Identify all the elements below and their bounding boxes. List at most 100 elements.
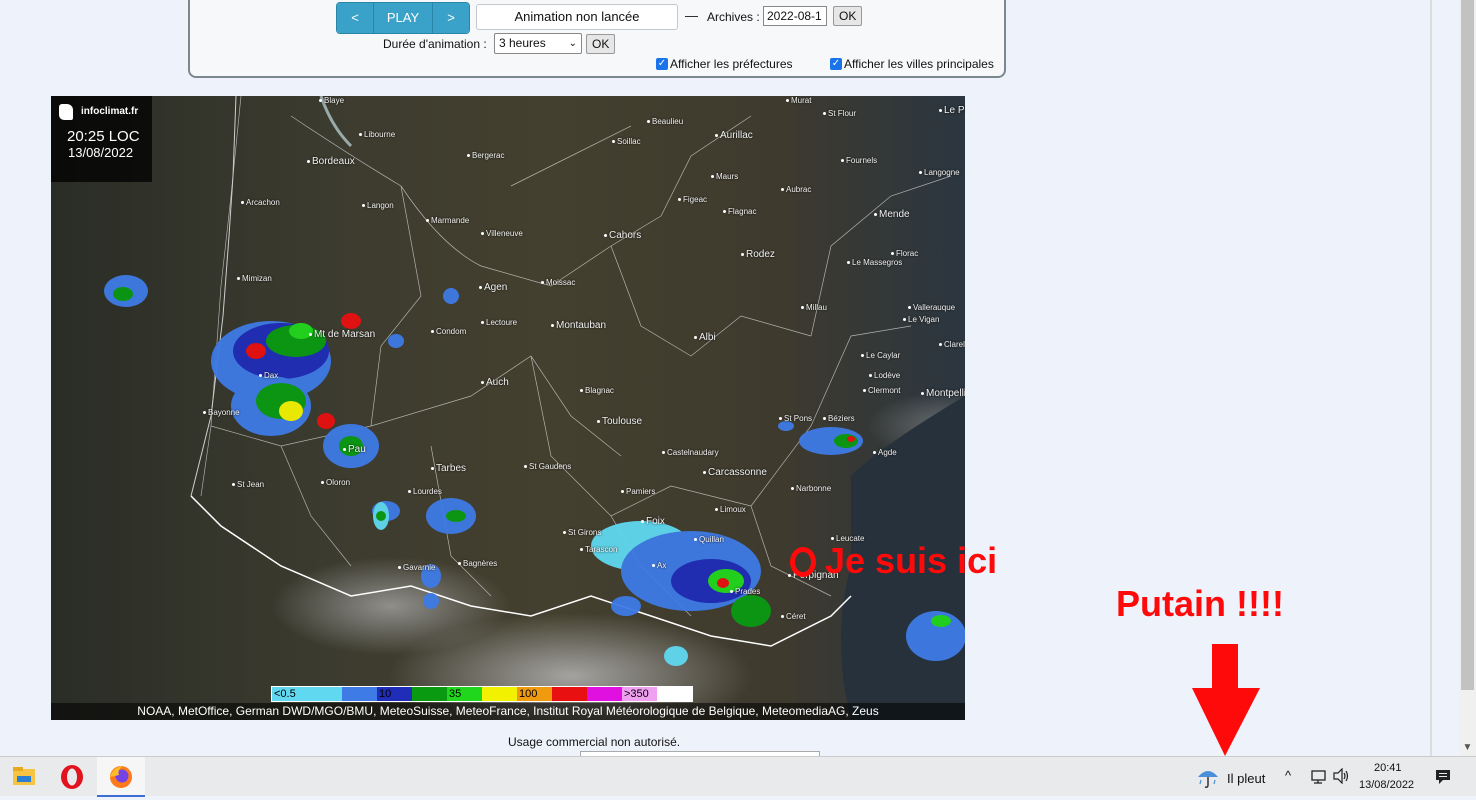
city-dot bbox=[309, 332, 312, 336]
city-name: Quillan bbox=[699, 535, 724, 544]
city-label: Bordeaux bbox=[307, 156, 355, 167]
city-dot bbox=[408, 490, 411, 494]
city-label: Le Massegros bbox=[847, 258, 902, 267]
city-dot bbox=[563, 531, 566, 535]
archives-label: Archives : bbox=[707, 10, 760, 24]
city-label: Le Vigan bbox=[903, 315, 939, 324]
city-label: Moissac bbox=[541, 278, 575, 287]
city-label: Clarel bbox=[939, 340, 965, 349]
city-name: Lectoure bbox=[486, 318, 518, 327]
archives-date-input[interactable]: 2022-08-1 bbox=[763, 6, 827, 26]
map-date: 13/08/2022 bbox=[68, 145, 134, 160]
next-frame-button[interactable]: > bbox=[433, 3, 469, 33]
city-dot bbox=[426, 219, 429, 223]
city-label: Pamiers bbox=[621, 487, 655, 496]
legend-swatch bbox=[657, 687, 692, 701]
city-label: Maurs bbox=[711, 172, 738, 181]
city-dot bbox=[431, 466, 434, 470]
scrollbar-thumb[interactable] bbox=[1461, 0, 1474, 690]
archives-ok-button[interactable]: OK bbox=[833, 6, 863, 26]
city-dot bbox=[715, 133, 718, 137]
show-prefectures-label: Afficher les préfectures bbox=[670, 57, 793, 71]
city-name: Mimizan bbox=[242, 274, 272, 283]
show-cities-option: ✓ Afficher les villes principales bbox=[830, 57, 994, 71]
clock-date[interactable]: 13/08/2022 bbox=[1359, 779, 1414, 791]
city-name: Aubrac bbox=[786, 185, 812, 194]
city-dot bbox=[662, 451, 665, 455]
city-name: Beaulieu bbox=[652, 117, 684, 126]
city-dot bbox=[786, 99, 789, 103]
clock-time[interactable]: 20:41 bbox=[1374, 762, 1402, 774]
city-name: Oloron bbox=[326, 478, 351, 487]
city-name: Céret bbox=[786, 612, 806, 621]
city-name: Blagnac bbox=[585, 386, 614, 395]
city-dot bbox=[541, 281, 544, 285]
city-label: Pau bbox=[343, 444, 366, 455]
city-name: Langon bbox=[367, 201, 394, 210]
city-dot bbox=[580, 389, 583, 393]
city-label: Narbonne bbox=[791, 484, 831, 493]
playback-buttons: < PLAY > bbox=[336, 2, 470, 34]
city-dot bbox=[612, 140, 615, 144]
city-label: Castelnaudary bbox=[662, 448, 719, 457]
city-dot bbox=[723, 210, 726, 214]
opera-icon[interactable] bbox=[48, 757, 96, 797]
city-dot bbox=[921, 391, 924, 395]
volume-icon[interactable] bbox=[1332, 768, 1350, 784]
city-name: Rodez bbox=[746, 249, 775, 260]
notifications-icon[interactable] bbox=[1434, 768, 1452, 786]
city-label: Bagnères bbox=[458, 559, 497, 568]
show-cities-checkbox[interactable]: ✓ bbox=[830, 58, 842, 70]
duration-label: Durée d'animation : bbox=[383, 37, 487, 51]
city-dot bbox=[939, 343, 942, 347]
city-label: Clermont bbox=[863, 386, 900, 395]
legend-swatch: >350 bbox=[622, 687, 657, 701]
city-dot bbox=[319, 99, 322, 103]
city-label: Bergerac bbox=[467, 151, 504, 160]
city-dot bbox=[791, 487, 794, 491]
chevron-up-icon[interactable]: ^ bbox=[1285, 768, 1291, 783]
file-explorer-icon[interactable] bbox=[0, 757, 48, 797]
network-icon[interactable] bbox=[1309, 769, 1327, 785]
city-dot bbox=[647, 120, 650, 124]
city-label: Agde bbox=[873, 448, 897, 457]
city-name: Auch bbox=[486, 377, 509, 388]
firefox-icon[interactable] bbox=[97, 757, 145, 797]
city-name: Pamiers bbox=[626, 487, 656, 496]
city-label: Flagnac bbox=[723, 207, 756, 216]
city-dot bbox=[891, 252, 894, 256]
weather-status[interactable]: Il pleut bbox=[1227, 771, 1265, 786]
city-dot bbox=[479, 285, 482, 289]
vertical-scrollbar[interactable]: ▼ bbox=[1459, 0, 1476, 756]
duration-ok-button[interactable]: OK bbox=[586, 34, 616, 54]
city-label: Toulouse bbox=[597, 416, 642, 427]
legend-swatch bbox=[482, 687, 517, 701]
previous-frame-button[interactable]: < bbox=[337, 3, 374, 33]
city-label: Figeac bbox=[678, 195, 707, 204]
show-cities-label: Afficher les villes principales bbox=[844, 57, 994, 71]
city-label: Foix bbox=[641, 516, 665, 527]
city-label: Arcachon bbox=[241, 198, 280, 207]
city-dot bbox=[481, 380, 484, 384]
city-dot bbox=[873, 451, 876, 455]
city-dot bbox=[903, 318, 906, 322]
city-label: Marmande bbox=[426, 216, 469, 225]
city-dot bbox=[841, 159, 844, 163]
city-dot bbox=[781, 188, 784, 192]
map-time: 20:25 LOC bbox=[67, 128, 140, 145]
city-dot bbox=[863, 389, 866, 393]
city-name: Condom bbox=[436, 327, 467, 336]
city-label: Carcassonne bbox=[703, 467, 767, 478]
city-dot bbox=[237, 277, 240, 281]
city-name: Tarbes bbox=[436, 463, 467, 474]
show-prefectures-checkbox[interactable]: ✓ bbox=[656, 58, 668, 70]
chevron-down-icon: ⌄ bbox=[568, 38, 577, 49]
duration-select[interactable]: 3 heures ⌄ bbox=[494, 33, 582, 54]
scroll-down-arrow-icon[interactable]: ▼ bbox=[1459, 740, 1476, 756]
rain-umbrella-icon[interactable] bbox=[1196, 765, 1220, 789]
city-name: St Flour bbox=[828, 109, 857, 118]
play-button[interactable]: PLAY bbox=[374, 3, 433, 33]
city-label: Millau bbox=[801, 303, 827, 312]
city-label: Tarbes bbox=[431, 463, 466, 474]
city-dot bbox=[321, 481, 324, 485]
